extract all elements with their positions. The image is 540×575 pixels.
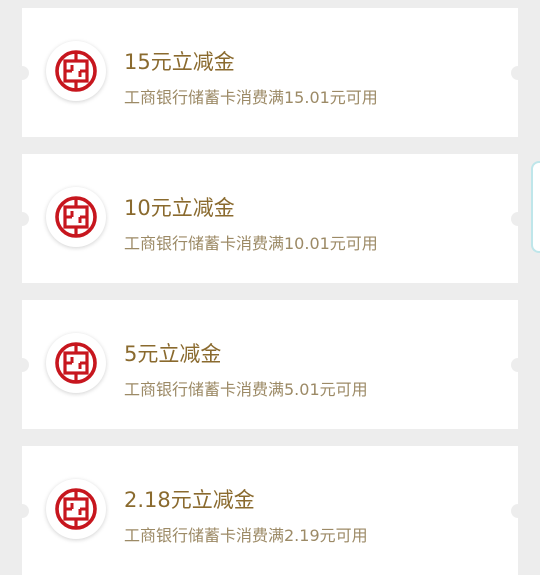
coupon-notch-right — [511, 66, 525, 80]
coupon-title: 10元立减金 — [124, 196, 235, 220]
coupon-notch-left — [15, 358, 29, 372]
coupon-notch-right — [511, 212, 525, 226]
coupon-description: 工商银行储蓄卡消费满15.01元可用 — [124, 88, 378, 107]
coupon-notch-left — [15, 212, 29, 226]
icbc-logo-icon — [46, 479, 106, 539]
coupon-notch-right — [511, 358, 525, 372]
icbc-logo-icon — [46, 333, 106, 393]
coupon-card-10[interactable]: 10元立减金 工商银行储蓄卡消费满10.01元可用 — [15, 154, 525, 283]
coupon-title: 15元立减金 — [124, 50, 235, 74]
coupon-notch-right — [511, 504, 525, 518]
coupon-notch-left — [15, 504, 29, 518]
coupon-description: 工商银行储蓄卡消费满5.01元可用 — [124, 380, 368, 399]
side-panel-tab[interactable] — [531, 161, 540, 253]
coupon-title: 5元立减金 — [124, 342, 222, 366]
coupon-notch-left — [15, 66, 29, 80]
coupon-title: 2.18元立减金 — [124, 488, 255, 512]
icbc-logo-icon — [46, 187, 106, 247]
coupon-card-15[interactable]: 15元立减金 工商银行储蓄卡消费满15.01元可用 — [15, 8, 525, 137]
coupon-card-2-18[interactable]: 2.18元立减金 工商银行储蓄卡消费满2.19元可用 — [15, 446, 525, 575]
coupon-card-5[interactable]: 5元立减金 工商银行储蓄卡消费满5.01元可用 — [15, 300, 525, 429]
coupon-description: 工商银行储蓄卡消费满10.01元可用 — [124, 234, 378, 253]
icbc-logo-icon — [46, 41, 106, 101]
coupon-description: 工商银行储蓄卡消费满2.19元可用 — [124, 526, 368, 545]
coupon-list: 15元立减金 工商银行储蓄卡消费满15.01元可用 10元立减金 工商银行储蓄卡… — [0, 0, 540, 575]
